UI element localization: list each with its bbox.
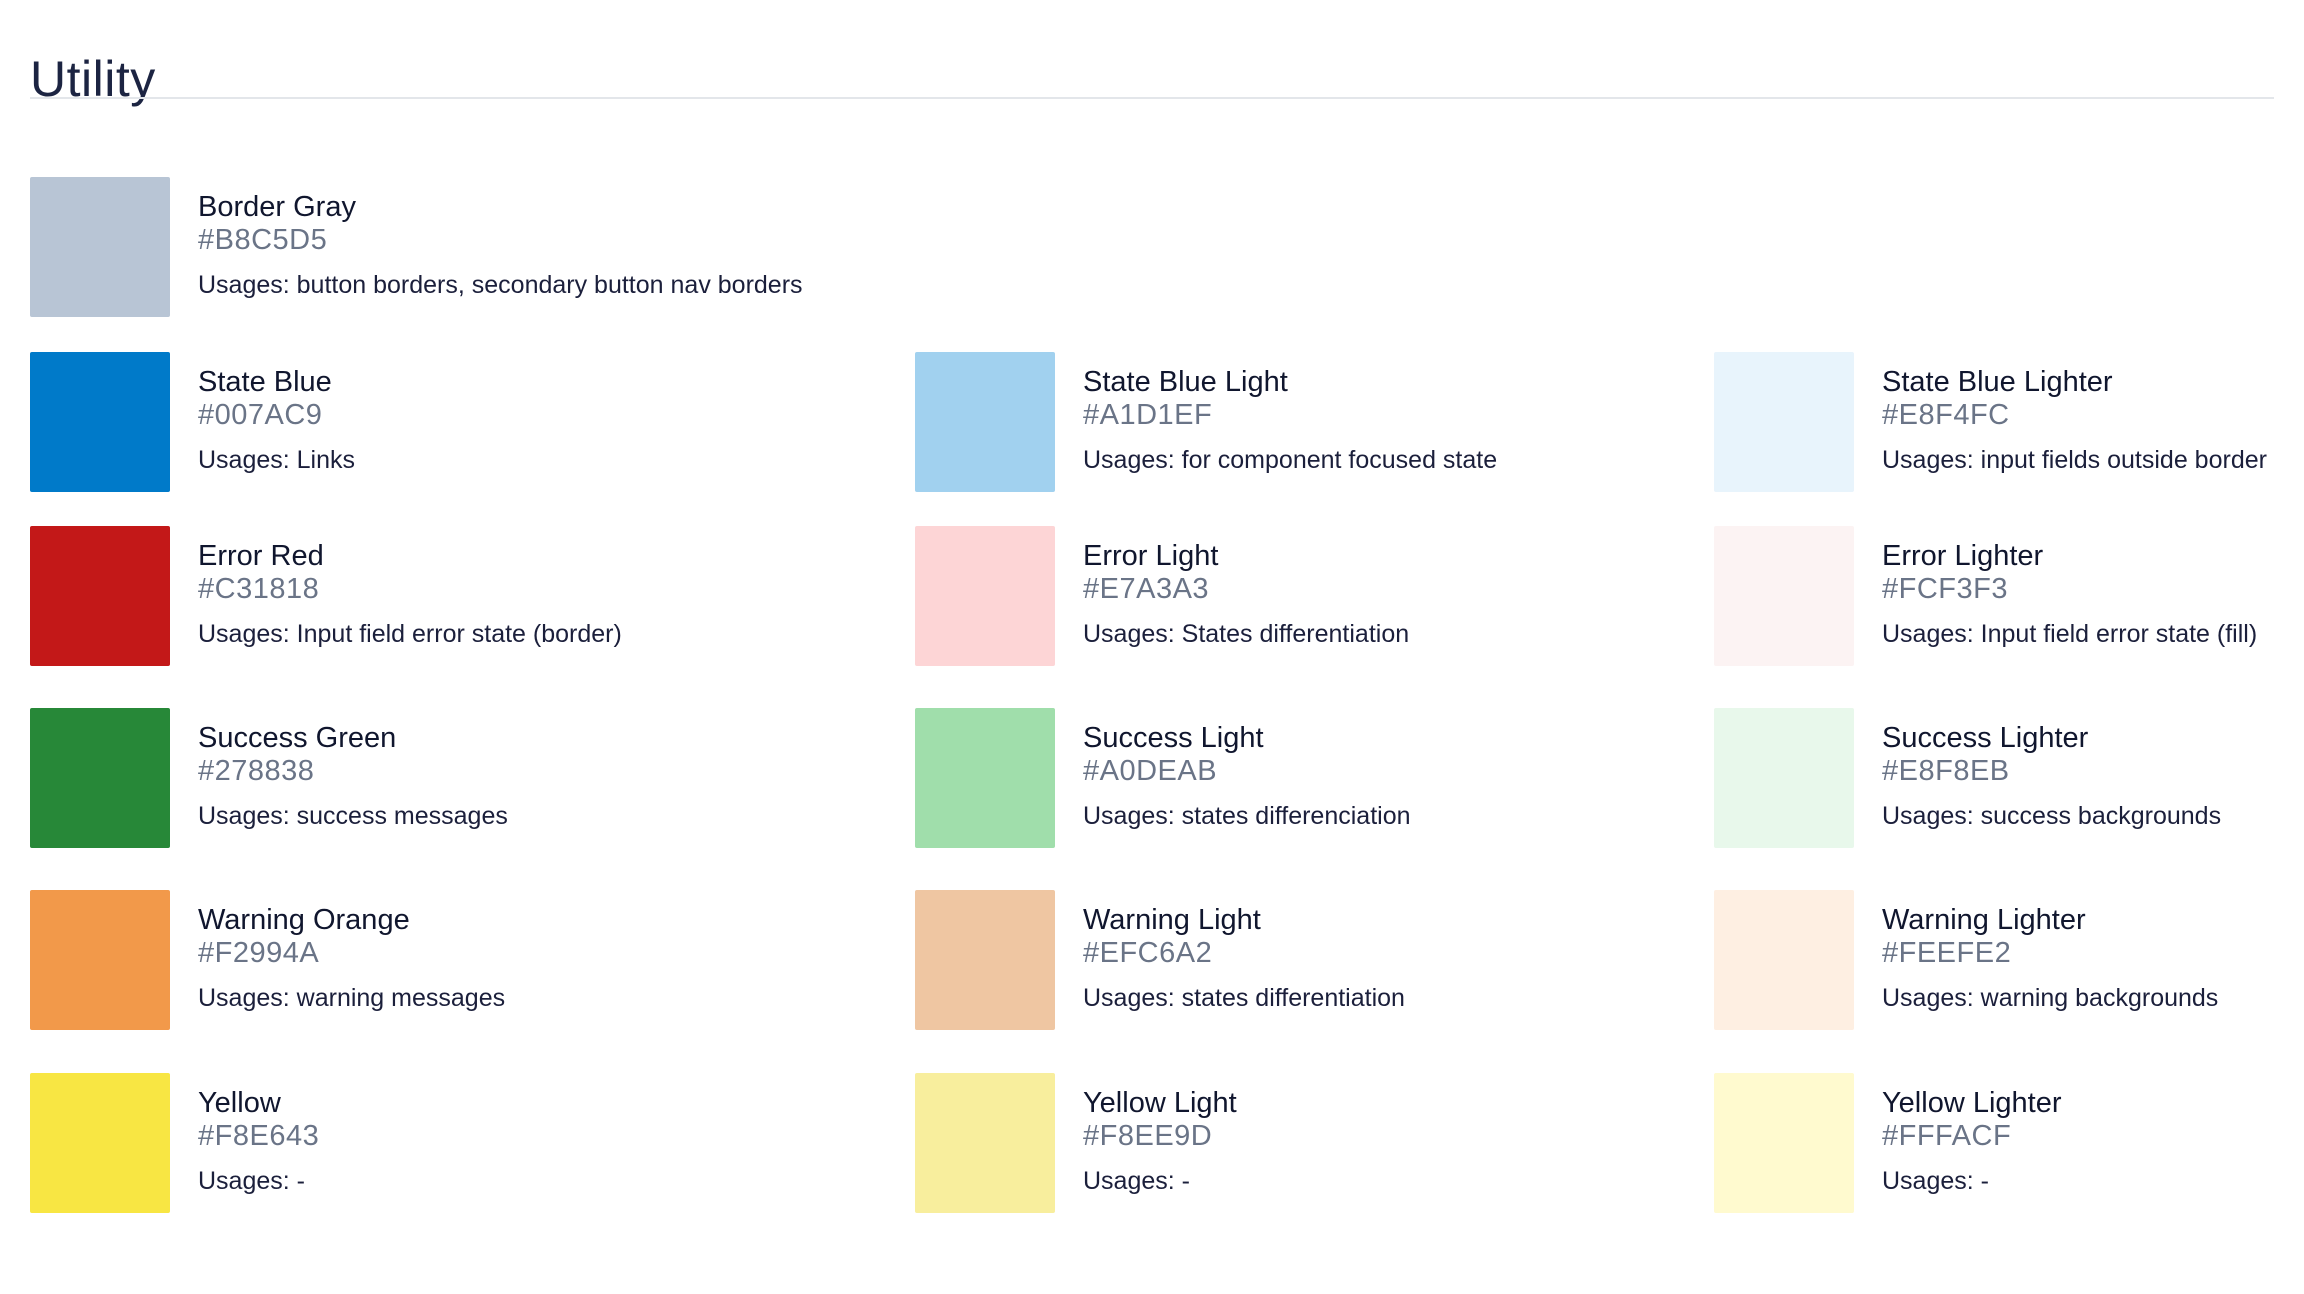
color-usage: Usages: Input field error state (fill) [1882, 620, 2258, 648]
color-swatch [1714, 352, 1854, 492]
color-name: Error Red [198, 540, 324, 572]
color-hex: #A1D1EF [1083, 399, 1213, 431]
color-name: State Blue Light [1083, 366, 1288, 398]
color-usage: Usages: states differentiation [1083, 984, 1405, 1012]
color-swatch [30, 177, 170, 317]
color-hex: #FFFACF [1882, 1120, 2012, 1152]
color-name: Success Green [198, 722, 397, 754]
color-item-yellow: Yellow #F8E643 Usages: - [30, 1073, 890, 1213]
color-hex: #A0DEAB [1083, 755, 1218, 787]
color-name: State Blue Lighter [1882, 366, 2113, 398]
color-swatch [30, 890, 170, 1030]
color-usage: Usages: success backgrounds [1882, 802, 2222, 830]
color-usage: Usages: - [1882, 1167, 1989, 1195]
color-swatch [1714, 708, 1854, 848]
color-item-warning-orange: Warning Orange #F2994A Usages: warning m… [30, 890, 890, 1030]
utility-color-page: Utility Border Gray #B8C5D5 Usages: butt… [30, 0, 2274, 1294]
color-name: Error Light [1083, 540, 1219, 572]
color-swatch [915, 1073, 1055, 1213]
color-usage: Usages: warning messages [198, 984, 506, 1012]
color-swatch [1714, 890, 1854, 1030]
color-usage: Usages: Links [198, 446, 356, 474]
color-swatch [30, 708, 170, 848]
color-item-border-gray: Border Gray #B8C5D5 Usages: button borde… [30, 177, 890, 317]
color-name: State Blue [198, 366, 332, 398]
color-swatch [915, 352, 1055, 492]
color-name: Success Lighter [1882, 722, 2089, 754]
color-item-yellow-lighter: Yellow Lighter #FFFACF Usages: - [1714, 1073, 2274, 1213]
color-item-error-light: Error Light #E7A3A3 Usages: States diffe… [915, 526, 1695, 666]
color-usage: Usages: warning backgrounds [1882, 984, 2219, 1012]
color-hex: #E7A3A3 [1083, 573, 1210, 605]
color-hex: #F2994A [198, 937, 320, 969]
color-hex: #E8F8EB [1882, 755, 2010, 787]
color-swatch [1714, 526, 1854, 666]
color-name: Yellow Light [1083, 1087, 1237, 1119]
color-usage: Usages: states differenciation [1083, 802, 1411, 830]
color-name: Warning Lighter [1882, 904, 2086, 936]
color-name: Yellow [198, 1087, 281, 1119]
color-hex: #007AC9 [198, 399, 323, 431]
color-item-error-lighter: Error Lighter #FCF3F3 Usages: Input fiel… [1714, 526, 2274, 666]
color-swatch [30, 352, 170, 492]
color-item-state-blue: State Blue #007AC9 Usages: Links [30, 352, 890, 492]
color-swatch [1714, 1073, 1854, 1213]
color-item-success-light: Success Light #A0DEAB Usages: states dif… [915, 708, 1695, 848]
color-name: Error Lighter [1882, 540, 2044, 572]
color-item-success-green: Success Green #278838 Usages: success me… [30, 708, 890, 848]
color-usage: Usages: - [1083, 1167, 1190, 1195]
color-item-state-blue-light: State Blue Light #A1D1EF Usages: for com… [915, 352, 1695, 492]
color-item-yellow-light: Yellow Light #F8EE9D Usages: - [915, 1073, 1695, 1213]
color-swatch [915, 708, 1055, 848]
color-usage: Usages: input fields outside border [1882, 446, 2267, 474]
color-hex: #FCF3F3 [1882, 573, 2008, 605]
color-swatch [30, 526, 170, 666]
title-divider [30, 97, 2274, 99]
color-name: Success Light [1083, 722, 1264, 754]
color-hex: #B8C5D5 [198, 224, 328, 256]
page-title: Utility [30, 50, 156, 107]
color-item-warning-lighter: Warning Lighter #FEEFE2 Usages: warning … [1714, 890, 2274, 1030]
color-hex: #278838 [198, 755, 315, 787]
color-name: Border Gray [198, 191, 356, 223]
color-hex: #E8F4FC [1882, 399, 2010, 431]
color-item-success-lighter: Success Lighter #E8F8EB Usages: success … [1714, 708, 2274, 848]
color-swatch [915, 526, 1055, 666]
color-usage: Usages: success messages [198, 802, 508, 830]
color-hex: #FEEFE2 [1882, 937, 2012, 969]
color-swatch [915, 890, 1055, 1030]
color-name: Yellow Lighter [1882, 1087, 2062, 1119]
color-usage: Usages: for component focused state [1083, 446, 1498, 474]
color-item-state-blue-lighter: State Blue Lighter #E8F4FC Usages: input… [1714, 352, 2274, 492]
color-hex: #C31818 [198, 573, 320, 605]
color-hex: #F8EE9D [1083, 1120, 1213, 1152]
color-name: Warning Orange [198, 904, 410, 936]
color-usage: Usages: - [198, 1167, 305, 1195]
color-swatch [30, 1073, 170, 1213]
color-hex: #EFC6A2 [1083, 937, 1213, 969]
color-item-error-red: Error Red #C31818 Usages: Input field er… [30, 526, 890, 666]
color-item-warning-light: Warning Light #EFC6A2 Usages: states dif… [915, 890, 1695, 1030]
color-hex: #F8E643 [198, 1120, 320, 1152]
color-usage: Usages: Input field error state (border) [198, 620, 622, 648]
color-usage: Usages: button borders, secondary button… [198, 271, 803, 299]
color-usage: Usages: States differentiation [1083, 620, 1410, 648]
color-name: Warning Light [1083, 904, 1261, 936]
